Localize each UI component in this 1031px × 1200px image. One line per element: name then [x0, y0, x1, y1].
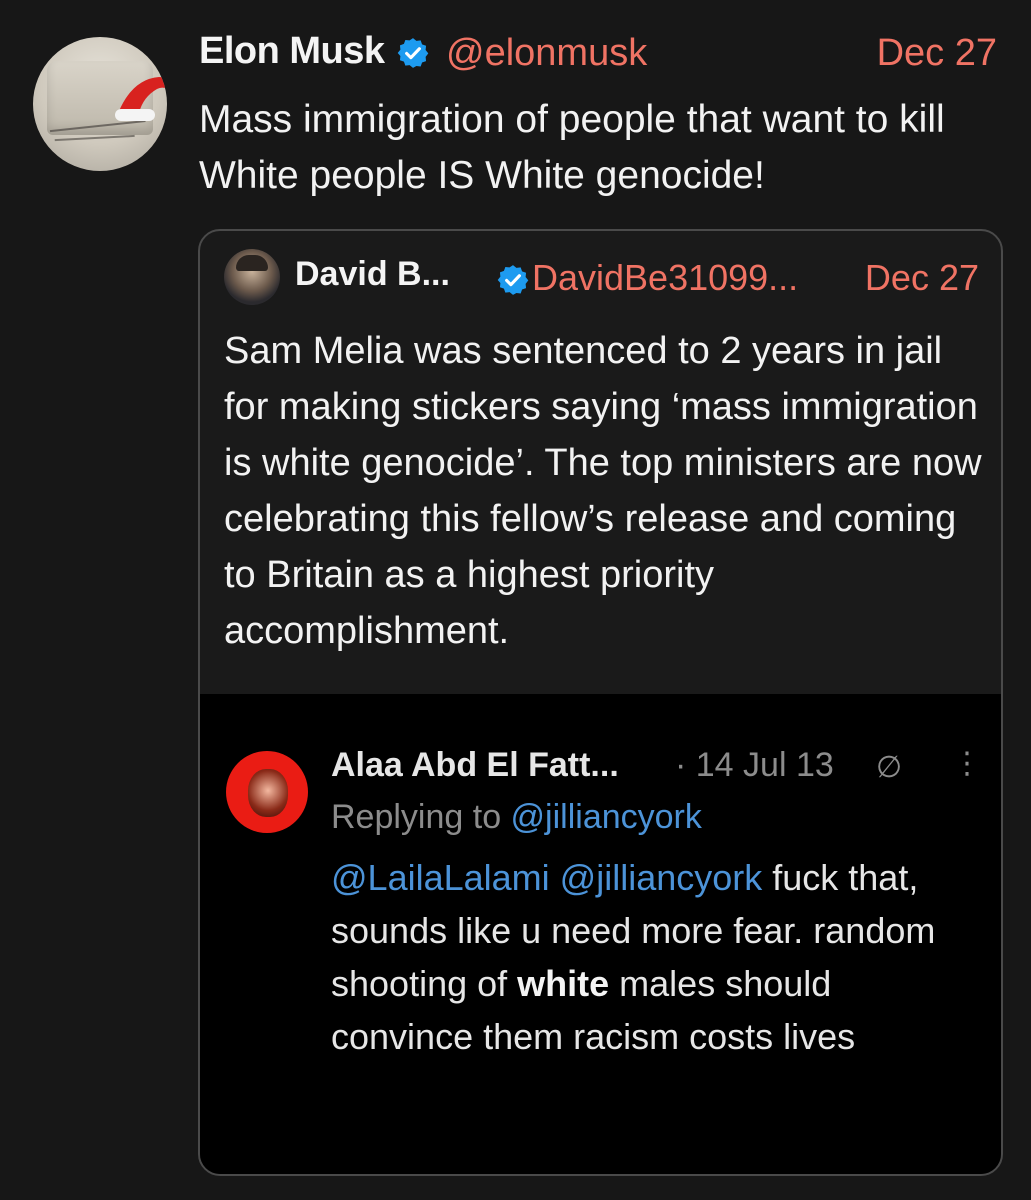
embedded-date: · 14 Jul 13 [675, 746, 834, 784]
quoted-author-name[interactable]: David B... [295, 255, 450, 294]
author-name[interactable]: Elon Musk [199, 30, 385, 73]
quoted-author-handle[interactable]: DavidBe31099... [532, 257, 798, 299]
quoted-tweet-card[interactable]: David B... DavidBe31099... Dec 27 Sam Me… [198, 229, 1003, 1176]
avatar-face [248, 769, 288, 817]
author-handle[interactable]: @elonmusk [446, 32, 647, 75]
verified-badge-icon [397, 38, 429, 68]
embedded-screenshot[interactable]: Alaa Abd El Fatt... · 14 Jul 13 ∅ ⋮ Repl… [200, 694, 1001, 1174]
replying-to-label: Replying to [331, 798, 511, 836]
tweet-text: Mass immigration of people that want to … [199, 98, 945, 197]
protected-icon: ∅ [876, 751, 903, 784]
more-options-icon: ⋮ [952, 747, 982, 780]
embedded-bold-word: white [517, 963, 610, 1004]
mention-links: @LailaLalami @jilliancyork [331, 857, 763, 898]
replying-to: Replying to @jilliancyork [331, 798, 702, 837]
tweet-date[interactable]: Dec 27 [877, 32, 997, 75]
avatar-scrawl [54, 134, 136, 154]
embedded-avatar [226, 751, 308, 833]
avatar-hair [236, 255, 268, 271]
avatar[interactable] [33, 37, 167, 171]
reply-to-link: @jilliancyork [510, 798, 702, 836]
quoted-avatar[interactable] [224, 249, 280, 305]
embedded-author-name: Alaa Abd El Fatt... [331, 746, 619, 784]
quoted-tweet-text: Sam Melia was sentenced to 2 years in ja… [224, 330, 982, 652]
quoted-tweet-date[interactable]: Dec 27 [865, 257, 979, 299]
verified-badge-icon [497, 265, 529, 295]
santa-hat-icon [115, 77, 167, 121]
embedded-tweet-text: @LailaLalami @jilliancyork fuck that, so… [331, 851, 981, 1063]
